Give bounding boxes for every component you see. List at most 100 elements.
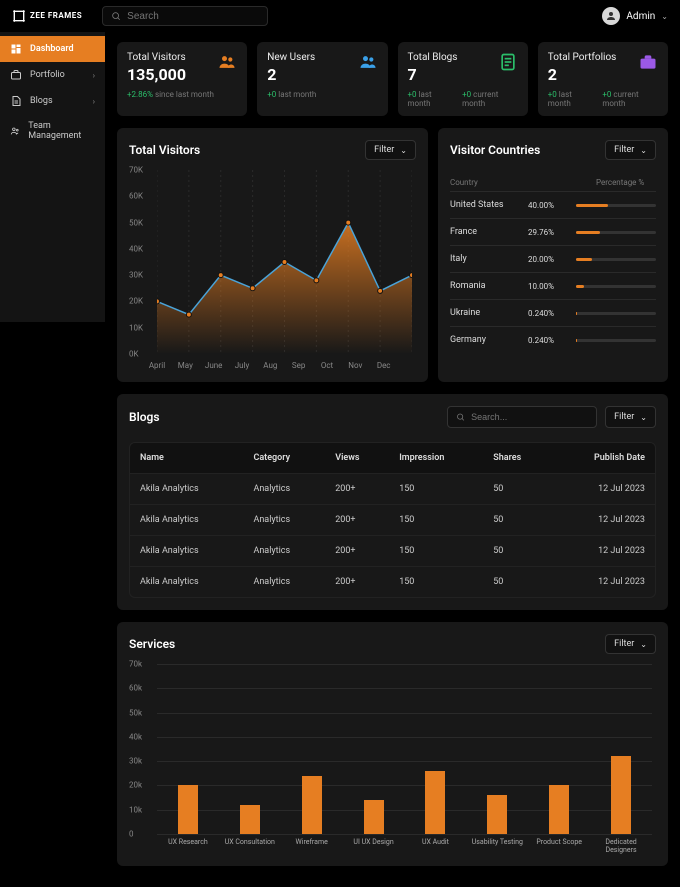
chevron-right-icon: › <box>93 71 95 80</box>
sidebar-item-team[interactable]: Team Management <box>0 114 105 148</box>
card-title: Total Visitors <box>129 143 200 157</box>
country-name: Germany <box>450 335 520 345</box>
cell-name: Akila Analytics <box>130 474 243 505</box>
sidebar-item-label: Dashboard <box>30 44 74 54</box>
chevron-down-icon: ⌄ <box>640 146 647 155</box>
cell-category: Analytics <box>243 567 325 598</box>
y-tick: 30K <box>129 271 143 280</box>
cell-name: Akila Analytics <box>130 505 243 536</box>
stat-total-blogs: Total Blogs 7 +0 last month +0 current m… <box>398 42 528 116</box>
sidebar-item-label: Team Management <box>28 121 95 141</box>
chevron-down-icon: ⌄ <box>640 413 647 422</box>
sidebar-item-blogs[interactable]: Blogs › <box>0 88 105 114</box>
y-tick: 70k <box>129 660 142 669</box>
cell-views: 200+ <box>325 567 389 598</box>
cell-category: Analytics <box>243 505 325 536</box>
cell-name: Akila Analytics <box>130 567 243 598</box>
filter-button[interactable]: Filter⌄ <box>605 634 656 654</box>
country-row: Italy20.00% <box>450 245 656 272</box>
table-row[interactable]: Akila AnalyticsAnalytics200+1505012 Jul … <box>130 474 655 505</box>
country-pct: 0.240% <box>528 336 568 345</box>
blogs-search[interactable] <box>447 406 597 428</box>
x-tick: UX Research <box>157 838 219 854</box>
stat-visitors: Total Visitors 135,000 +2.86% since last… <box>117 42 247 116</box>
bar <box>302 776 322 834</box>
x-tick: Sep <box>284 361 312 370</box>
users-icon <box>358 52 378 72</box>
x-tick: Wireframe <box>281 838 343 854</box>
table-row[interactable]: Akila AnalyticsAnalytics200+1505012 Jul … <box>130 567 655 598</box>
brand-logo: ZEE FRAMES <box>12 9 82 23</box>
document-icon <box>498 52 518 72</box>
filter-button[interactable]: Filter⌄ <box>605 140 656 160</box>
y-tick: 10k <box>129 805 142 814</box>
cell-views: 200+ <box>325 536 389 567</box>
country-name: United States <box>450 200 520 210</box>
country-row: Romania10.00% <box>450 272 656 299</box>
sidebar-item-label: Blogs <box>30 96 53 106</box>
sidebar: Dashboard Portfolio › Blogs › Team Manag… <box>0 32 105 322</box>
filter-button[interactable]: Filter⌄ <box>365 140 416 160</box>
sidebar-item-portfolio[interactable]: Portfolio › <box>0 62 105 88</box>
briefcase-icon <box>638 52 658 72</box>
cell-shares: 50 <box>483 474 552 505</box>
country-name: Romania <box>450 281 520 291</box>
y-tick: 40K <box>129 244 143 253</box>
cell-date: 12 Jul 2023 <box>552 567 655 598</box>
y-tick: 20K <box>129 297 143 306</box>
global-search-input[interactable] <box>127 11 259 22</box>
x-tick: Oct <box>313 361 341 370</box>
cell-impression: 150 <box>389 567 483 598</box>
col-header: Publish Date <box>552 443 655 474</box>
chevron-down-icon: ⌄ <box>661 12 668 21</box>
country-row: Ukraine0.240% <box>450 299 656 326</box>
country-bar <box>576 204 656 207</box>
x-tick: Usability Testing <box>466 838 528 854</box>
card-title: Services <box>129 637 175 651</box>
bar <box>549 785 569 834</box>
y-tick: 60k <box>129 684 142 693</box>
global-search[interactable] <box>102 6 268 26</box>
sidebar-item-dashboard[interactable]: Dashboard <box>0 36 105 62</box>
blogs-search-input[interactable] <box>471 412 588 422</box>
country-name: France <box>450 227 520 237</box>
table-row[interactable]: Akila AnalyticsAnalytics200+1505012 Jul … <box>130 505 655 536</box>
cell-category: Analytics <box>243 474 325 505</box>
y-tick: 60K <box>129 192 143 201</box>
x-tick: Product Scope <box>528 838 590 854</box>
admin-menu[interactable]: Admin ⌄ <box>602 7 668 25</box>
chevron-right-icon: › <box>93 97 95 106</box>
chevron-down-icon: ⌄ <box>640 640 647 649</box>
stat-total-portfolios: Total Portfolios 2 +0 last month +0 curr… <box>538 42 668 116</box>
card-title: Blogs <box>129 410 160 424</box>
cell-views: 200+ <box>325 505 389 536</box>
x-tick: UI UX Design <box>343 838 405 854</box>
y-tick: 30k <box>129 757 142 766</box>
cell-impression: 150 <box>389 536 483 567</box>
x-tick: April <box>143 361 171 370</box>
table-row[interactable]: Akila AnalyticsAnalytics200+1505012 Jul … <box>130 536 655 567</box>
country-bar <box>576 285 656 288</box>
cell-category: Analytics <box>243 536 325 567</box>
x-tick: UX Consultation <box>219 838 281 854</box>
stat-cards: Total Visitors 135,000 +2.86% since last… <box>117 42 668 116</box>
logo-icon <box>12 9 26 23</box>
cell-date: 12 Jul 2023 <box>552 505 655 536</box>
cell-shares: 50 <box>483 567 552 598</box>
cell-name: Akila Analytics <box>130 536 243 567</box>
x-tick: June <box>199 361 227 370</box>
y-tick: 0K <box>129 350 139 359</box>
bar <box>178 785 198 834</box>
services-card: Services Filter⌄ UX ResearchUX Consultat… <box>117 622 668 866</box>
x-tick: Dec <box>369 361 397 370</box>
bar <box>425 771 445 834</box>
visitors-area-chart: 0K10K20K30K40K50K60K70KAprilMayJuneJulyA… <box>129 170 416 370</box>
country-bar <box>576 231 656 234</box>
bar <box>240 805 260 834</box>
stat-sub: +0 last month +0 current month <box>548 90 658 108</box>
y-tick: 10K <box>129 323 143 332</box>
x-tick: July <box>228 361 256 370</box>
country-pct: 0.240% <box>528 309 568 318</box>
portfolio-icon <box>10 69 22 81</box>
filter-button[interactable]: Filter⌄ <box>605 406 656 428</box>
